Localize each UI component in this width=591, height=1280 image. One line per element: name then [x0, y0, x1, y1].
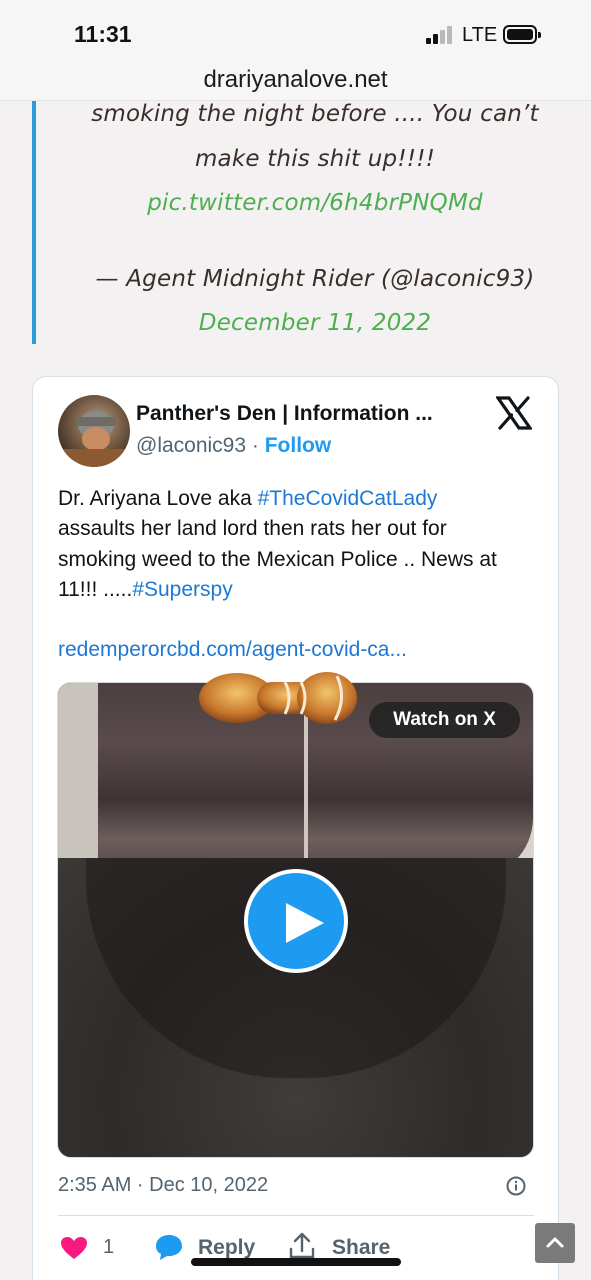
hashtag-link[interactable]: #TheCovidCatLady: [258, 487, 438, 510]
reply-bubble-icon[interactable]: [154, 1233, 184, 1261]
tweet-text-line: assaults her land lord then rats her out…: [58, 517, 447, 540]
glass-pipe-image: [199, 672, 357, 724]
status-time: 11:31: [74, 21, 132, 47]
tweet-author-handle-row: @laconic93 · Follow: [136, 434, 331, 458]
blockquote-border: [32, 101, 36, 344]
x-logo-icon[interactable]: [496, 396, 532, 430]
avatar[interactable]: [58, 395, 130, 467]
home-indicator[interactable]: [191, 1258, 401, 1266]
address-bar-url[interactable]: drariyanalove.net: [0, 66, 591, 94]
tweet-text-line: smoking weed to the Mexican Police .. Ne…: [58, 548, 497, 571]
tweet-text-segment: 11!!! .....: [58, 578, 133, 601]
tweet-author-name[interactable]: Panther's Den | Information ...: [136, 402, 433, 426]
chevron-up-icon: [546, 1237, 564, 1248]
quote-text-line: make this shit up!!!!: [194, 146, 436, 172]
tweet-timestamp[interactable]: 2:35 AM · Dec 10, 2022: [58, 1174, 268, 1197]
scroll-to-top-button[interactable]: [535, 1223, 575, 1263]
tweet-author-handle[interactable]: @laconic93: [136, 434, 246, 457]
tweet-text-segment: Dr. Ariyana Love aka: [58, 487, 258, 510]
battery-icon: [503, 25, 541, 44]
heart-icon[interactable]: [60, 1236, 88, 1260]
tweet-text-line: 11!!! .....#Superspy: [58, 575, 538, 606]
card-divider: [58, 1215, 534, 1216]
play-button[interactable]: [244, 869, 348, 973]
quote-pic-link[interactable]: pic.twitter.com/6h4brPNQMd: [50, 190, 580, 216]
info-icon[interactable]: [506, 1176, 526, 1196]
share-button[interactable]: Share: [332, 1236, 390, 1260]
status-bar: 11:31 LTE drariyanalove.net: [0, 0, 591, 101]
cellular-signal-icon: [426, 26, 456, 44]
hashtag-link[interactable]: #Superspy: [132, 578, 232, 601]
handle-separator: ·: [251, 434, 259, 457]
quote-attribution: — Agent Midnight Rider (@laconic93): [95, 266, 535, 292]
watch-on-x-button[interactable]: Watch on X: [369, 702, 520, 738]
tweet-text-line: Dr. Ariyana Love aka #TheCovidCatLady: [58, 484, 538, 515]
follow-button[interactable]: Follow: [265, 434, 332, 457]
play-icon: [286, 903, 324, 943]
like-count: 1: [103, 1236, 115, 1258]
quote-date-link[interactable]: December 11, 2022: [50, 310, 580, 336]
network-type: LTE: [462, 24, 498, 46]
share-icon[interactable]: [289, 1232, 315, 1260]
reply-button[interactable]: Reply: [198, 1236, 255, 1260]
quote-text-line: smoking the night before .... You can’t: [91, 101, 539, 127]
